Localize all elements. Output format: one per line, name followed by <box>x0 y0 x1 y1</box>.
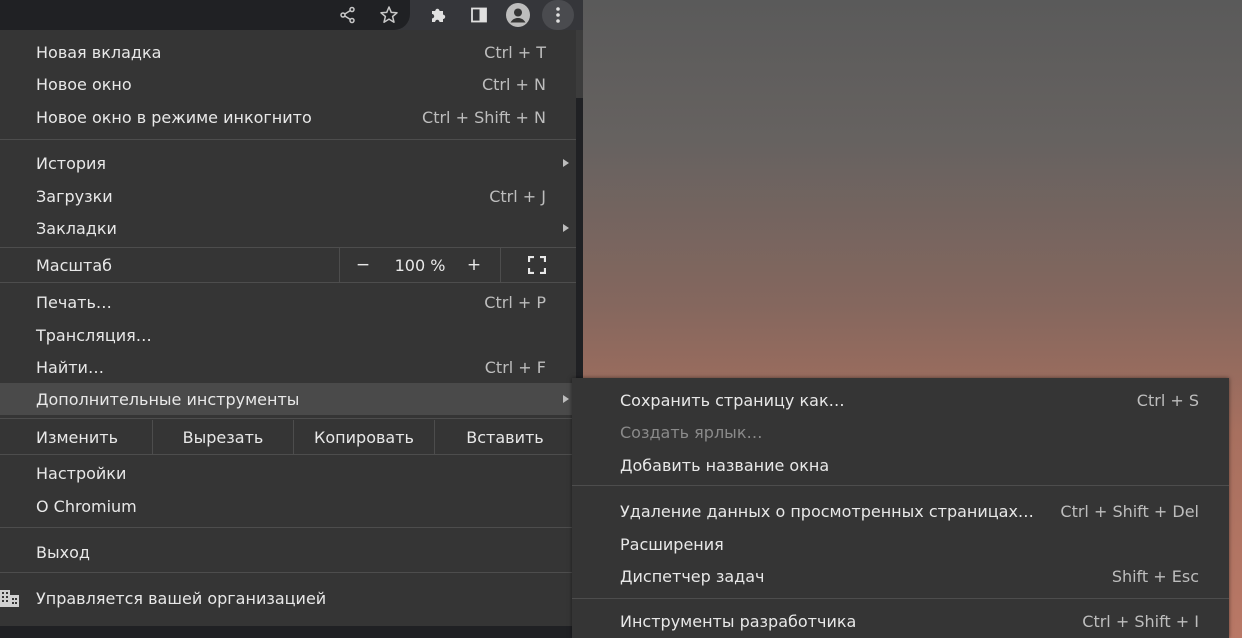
profile-icon[interactable] <box>506 3 530 27</box>
submenu-item-save-page[interactable]: Сохранить страницу как… Ctrl + S <box>572 384 1229 416</box>
menu-item-exit[interactable]: Выход <box>0 536 576 568</box>
extensions-icon[interactable] <box>426 3 450 27</box>
menu-item-settings[interactable]: Настройки <box>0 457 576 489</box>
submenu-arrow-icon <box>563 159 569 167</box>
zoom-row: Масштаб − 100 % + <box>0 248 576 282</box>
browser-toolbar <box>0 0 583 30</box>
submenu-item-dev-tools[interactable]: Инструменты разработчика Ctrl + Shift + … <box>572 605 1229 637</box>
submenu-item-extensions[interactable]: Расширения <box>572 528 1229 560</box>
more-vertical-icon[interactable] <box>546 3 570 27</box>
menu-item-new-window[interactable]: Новое окно Ctrl + N <box>0 68 576 100</box>
share-icon[interactable] <box>336 3 360 27</box>
scroll-strip <box>576 30 583 98</box>
building-icon <box>0 590 20 612</box>
fullscreen-icon[interactable] <box>520 248 554 282</box>
menu-item-print[interactable]: Печать… Ctrl + P <box>0 286 576 318</box>
menu-item-bookmarks[interactable]: Закладки <box>0 212 576 244</box>
menu-item-find[interactable]: Найти… Ctrl + F <box>0 351 576 383</box>
submenu-separator <box>572 598 1229 599</box>
star-icon[interactable] <box>377 3 401 27</box>
submenu-arrow-icon <box>563 395 569 403</box>
app-menu: Новая вкладка Ctrl + T Новое окно Ctrl +… <box>0 30 576 626</box>
submenu-item-create-shortcut: Создать ярлык… <box>620 422 763 442</box>
menu-item-new-tab[interactable]: Новая вкладка Ctrl + T <box>0 36 576 68</box>
more-tools-submenu: Сохранить страницу как… Ctrl + S Создать… <box>572 378 1229 638</box>
cut-button[interactable]: Вырезать <box>153 420 293 454</box>
menu-separator <box>0 282 576 283</box>
submenu-item-task-manager[interactable]: Диспетчер задач Shift + Esc <box>572 560 1229 592</box>
menu-separator <box>0 454 576 455</box>
zoom-out-button[interactable]: − <box>345 248 381 282</box>
submenu-separator <box>572 485 1229 486</box>
menu-item-about[interactable]: О Chromium <box>0 490 576 522</box>
zoom-divider <box>339 248 340 282</box>
menu-item-history[interactable]: История <box>0 147 576 179</box>
menu-separator <box>0 572 576 573</box>
copy-button[interactable]: Копировать <box>294 420 434 454</box>
menu-separator <box>0 527 576 528</box>
submenu-item-clear-data[interactable]: Удаление данных о просмотренных страница… <box>572 495 1229 527</box>
menu-item-managed[interactable]: Управляется вашей организацией <box>0 582 576 614</box>
paste-button[interactable]: Вставить <box>435 420 575 454</box>
menu-item-downloads[interactable]: Загрузки Ctrl + J <box>0 180 576 212</box>
zoom-value: 100 % <box>394 255 446 275</box>
zoom-divider <box>500 248 501 282</box>
zoom-in-button[interactable]: + <box>458 248 490 282</box>
menu-item-more-tools[interactable]: Дополнительные инструменты <box>0 383 576 415</box>
menu-item-cast[interactable]: Трансляция… <box>0 319 576 351</box>
side-panel-icon[interactable] <box>467 3 491 27</box>
menu-item-incognito[interactable]: Новое окно в режиме инкогнито Ctrl + Shi… <box>0 101 576 133</box>
menu-separator <box>0 418 576 419</box>
zoom-label: Масштаб <box>36 256 113 275</box>
menu-separator <box>0 139 576 140</box>
submenu-arrow-icon <box>563 224 569 232</box>
edit-label: Изменить <box>36 428 118 447</box>
submenu-item-name-window[interactable]: Добавить название окна <box>572 449 1229 481</box>
edit-row: Изменить Вырезать Копировать Вставить <box>0 420 576 454</box>
